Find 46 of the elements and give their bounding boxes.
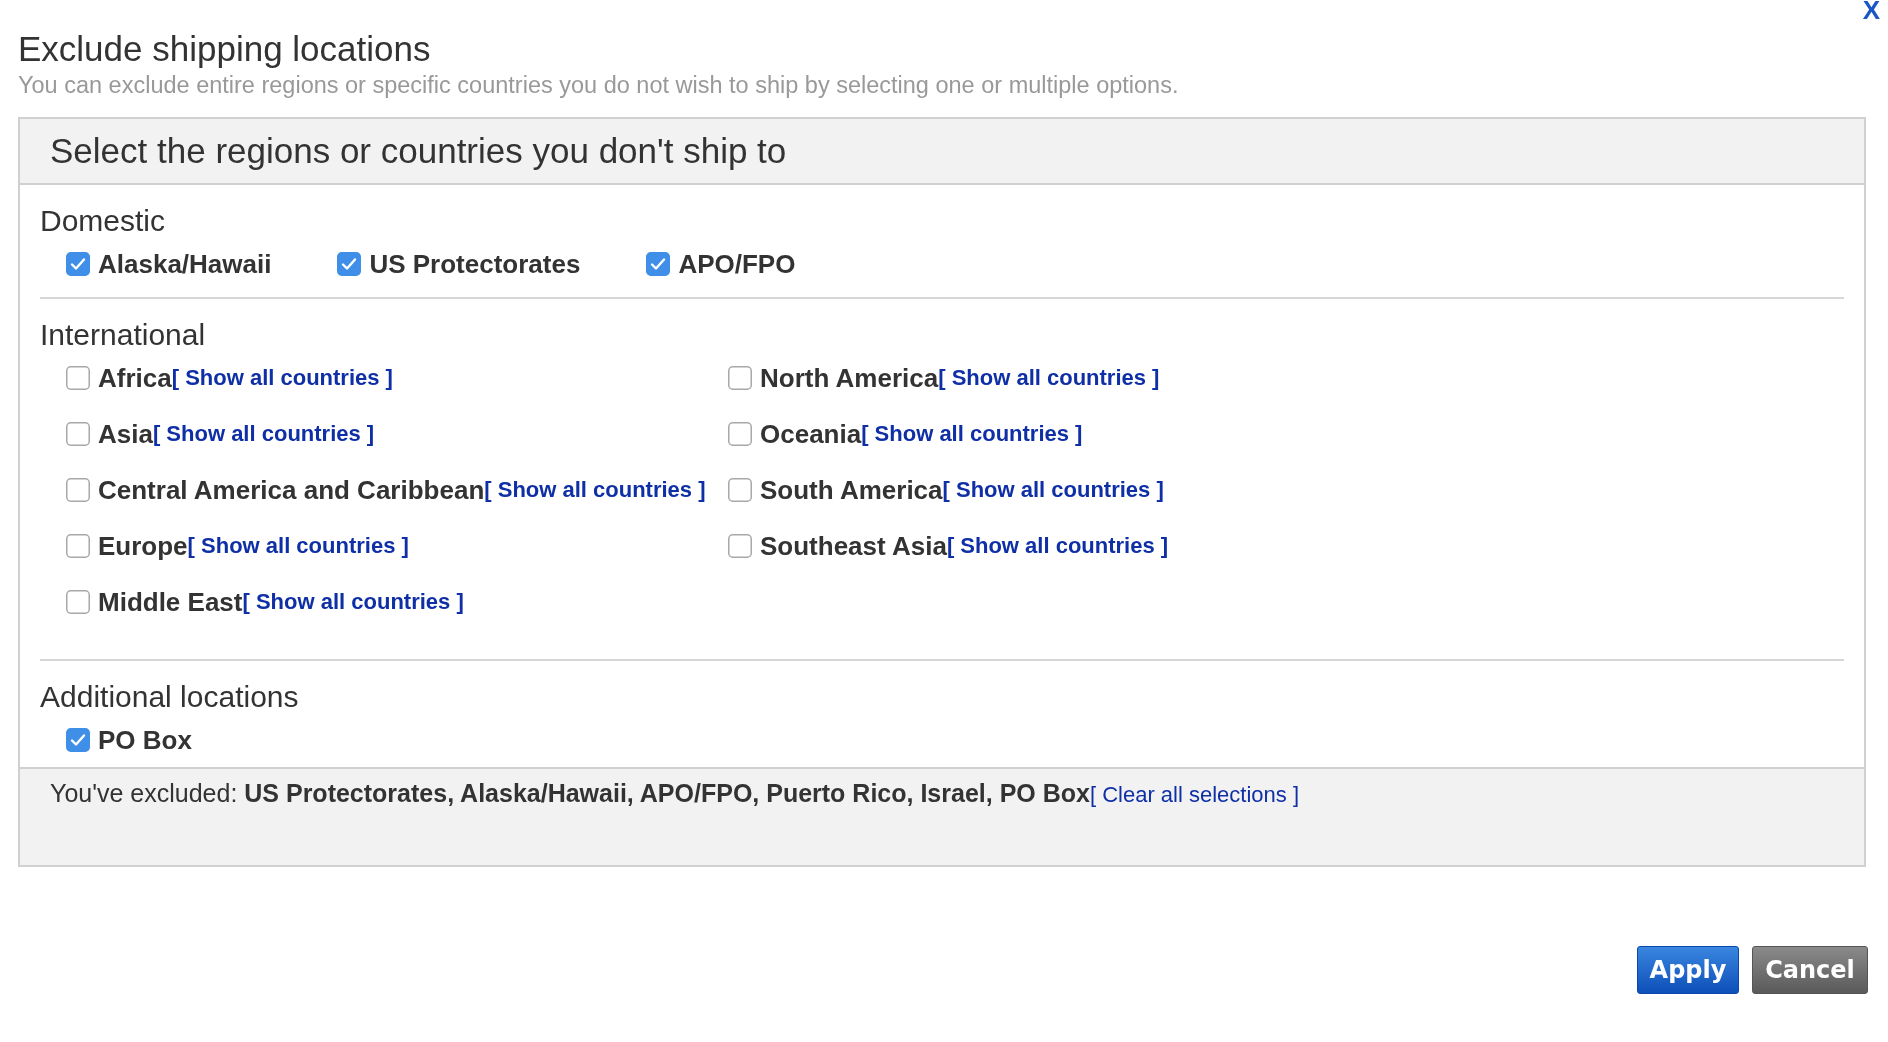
show-all-countries-link[interactable]: [ Show all countries ] [187,533,409,559]
clear-selections-link[interactable]: [ Clear all selections ] [1089,782,1300,807]
checkbox[interactable] [66,366,90,390]
option-label: Alaska/Hawaii [98,248,272,280]
section-heading: Domestic [40,203,167,239]
show-all-countries-link[interactable]: [ Show all countries ] [861,421,1083,447]
option-label: Africa [98,362,172,394]
cancel-button[interactable]: Cancel [1752,946,1868,994]
option-label: Europe [98,530,188,562]
option-label: Central America and Caribbean [98,474,485,506]
checkbox[interactable] [66,728,90,752]
option-label: APO/FPO [678,248,796,280]
option-label: PO Box [98,724,192,756]
checkbox[interactable] [66,478,90,502]
apply-button[interactable]: Apply [1637,946,1739,994]
show-all-countries-link[interactable]: [ Show all countries ] [946,533,1169,559]
checkbox[interactable] [66,534,90,558]
option-label: Southeast Asia [760,530,947,562]
option-label: Middle East [98,586,243,618]
checkbox[interactable] [728,366,752,390]
checkbox[interactable] [728,422,752,446]
panel-heading: Select the regions or countries you don't ship to [20,119,1864,185]
checkbox[interactable] [728,478,752,502]
show-all-countries-link[interactable]: [ Show all countries ] [242,589,464,615]
show-all-countries-link[interactable]: [ Show all countries ] [152,421,375,447]
checkbox[interactable] [66,252,90,276]
option-label: North America [760,362,939,394]
option-label: South America [760,474,943,506]
show-all-countries-link[interactable]: [ Show all countries ] [942,477,1164,503]
excluded-summary: You've excluded: US Protectorates, Alaska/Hawaii, APO/FPO, Puerto Rico, Israel, PO Box [50,779,1090,807]
dialog-subtitle: You can exclude entire regions or specific countries you do not wish to ship by selecting one or multiple options. [18,71,1180,100]
section-heading: International [40,317,207,353]
show-all-countries-link[interactable]: [ Show all countries ] [484,477,706,503]
checkbox[interactable] [66,422,90,446]
show-all-countries-link[interactable]: [ Show all countries ] [171,365,393,391]
option-label: Asia [98,418,153,450]
section-heading: Additional locations [40,679,300,715]
checkbox[interactable] [728,534,752,558]
dialog-title: Exclude shipping locations [18,28,432,70]
checkbox[interactable] [66,590,90,614]
checkbox[interactable] [337,252,362,276]
checkbox[interactable] [646,252,671,276]
show-all-countries-link[interactable]: [ Show all countries ] [938,365,1160,391]
option-label: US Protectorates [369,248,581,280]
option-label: Oceania [760,418,862,450]
close-button[interactable]: X [1862,0,1880,20]
